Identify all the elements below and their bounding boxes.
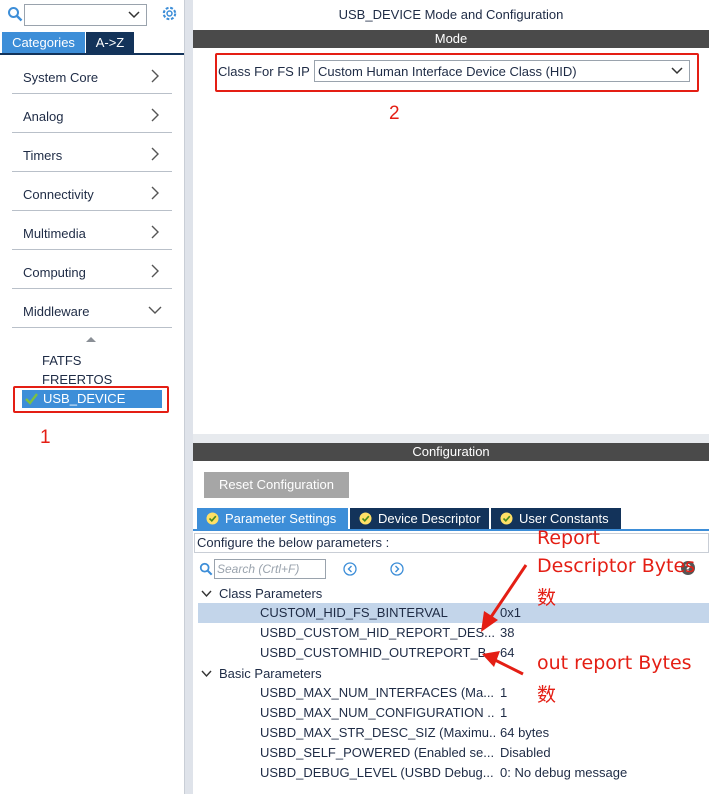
param-name: USBD_CUSTOM_HID_REPORT_DES... <box>260 625 495 640</box>
param-row[interactable]: USBD_MAX_NUM_CONFIGURATION ... 1 <box>198 703 709 723</box>
category-label: Timers <box>23 148 63 163</box>
chevron-down-icon[interactable] <box>128 10 140 20</box>
category-label: Connectivity <box>23 187 94 202</box>
search-icon <box>199 562 213 576</box>
param-row[interactable]: USBD_DEBUG_LEVEL (USBD Debug... 0: No de… <box>198 763 709 783</box>
next-match-icon[interactable] <box>390 562 404 576</box>
search-icon[interactable] <box>7 6 23 22</box>
chevron-down-icon <box>201 590 212 598</box>
search-combobox[interactable] <box>24 4 147 26</box>
reset-configuration-button[interactable]: Reset Configuration <box>204 472 349 498</box>
parameter-search-input[interactable]: Search (Crtl+F) <box>214 559 326 579</box>
param-name: USBD_DEBUG_LEVEL (USBD Debug... <box>260 765 494 780</box>
category-label: System Core <box>23 70 99 85</box>
param-value[interactable]: 0: No debug message <box>500 765 627 780</box>
tab-categories[interactable]: Categories <box>2 32 85 53</box>
category-connectivity[interactable]: Connectivity <box>12 172 172 211</box>
chevron-right-icon <box>151 69 159 83</box>
tab-label: Parameter Settings <box>225 511 337 526</box>
category-analog[interactable]: Analog <box>12 94 172 133</box>
category-system-core[interactable]: System Core <box>12 55 172 94</box>
annotation-report-line-2: Descriptor Bytes <box>537 555 696 577</box>
configure-hint: Configure the below parameters : <box>194 533 709 553</box>
category-label: Middleware <box>23 304 90 319</box>
category-multimedia[interactable]: Multimedia <box>12 211 172 250</box>
group-label: Class Parameters <box>219 586 323 601</box>
category-label: Multimedia <box>23 226 86 241</box>
param-value[interactable]: 1 <box>500 705 507 720</box>
param-value[interactable]: Disabled <box>500 745 551 760</box>
annotation-out-line-2: 数 <box>537 684 557 706</box>
param-name: CUSTOM_HID_FS_BINTERVAL <box>260 605 448 620</box>
param-row[interactable]: CUSTOM_HID_FS_BINTERVAL 0x1 <box>198 603 709 623</box>
chevron-right-icon <box>151 108 159 122</box>
panel-splitter[interactable] <box>193 434 709 443</box>
page-title: USB_DEVICE Mode and Configuration <box>338 7 564 22</box>
param-value[interactable]: 64 <box>500 645 514 660</box>
tab-parameter-settings[interactable]: Parameter Settings <box>197 508 348 529</box>
annotation-marker-2: 2 <box>389 103 400 124</box>
tab-device-descriptor[interactable]: Device Descriptor <box>350 508 489 529</box>
left-panel: Categories A->Z System Core Analog Timer… <box>0 0 184 794</box>
param-value[interactable]: 64 bytes <box>500 725 549 740</box>
category-computing[interactable]: Computing <box>12 250 172 289</box>
category-label: Analog <box>23 109 64 124</box>
group-label: Basic Parameters <box>219 666 322 681</box>
param-row[interactable]: USBD_CUSTOM_HID_REPORT_DES... 38 <box>198 623 709 643</box>
annotation-box-1 <box>13 386 169 413</box>
middleware-item-fatfs[interactable]: FATFS <box>42 353 81 368</box>
scroll-up-icon[interactable] <box>86 337 96 345</box>
check-circle-icon <box>206 512 219 525</box>
tab-user-constants[interactable]: User Constants <box>491 508 621 529</box>
check-circle-icon <box>500 512 513 525</box>
param-row[interactable]: USBD_MAX_STR_DESC_SIZ (Maximu... 64 byte… <box>198 723 709 743</box>
chevron-right-icon <box>151 147 159 161</box>
group-class-parameters[interactable]: Class Parameters <box>201 586 322 601</box>
chevron-down-icon <box>148 306 162 314</box>
chevron-right-icon <box>151 186 159 200</box>
param-row[interactable]: USBD_MAX_NUM_INTERFACES (Ma... 1 <box>198 683 709 703</box>
param-name: USBD_SELF_POWERED (Enabled se... <box>260 745 495 760</box>
mode-section-header: Mode <box>193 30 709 48</box>
category-middleware[interactable]: Middleware <box>12 289 172 328</box>
annotation-box-2 <box>215 53 699 92</box>
tab-label: User Constants <box>519 511 609 526</box>
param-name: USBD_MAX_STR_DESC_SIZ (Maximu... <box>260 725 495 740</box>
annotation-marker-1: 1 <box>40 427 51 448</box>
right-panel: USB_DEVICE Mode and Configuration Mode C… <box>193 0 709 794</box>
tab-strip-underline <box>193 529 709 531</box>
category-timers[interactable]: Timers <box>12 133 172 172</box>
left-panel-scrollbar[interactable] <box>184 0 193 794</box>
annotation-report-line-1: Report <box>537 527 600 549</box>
tab-a-z[interactable]: A->Z <box>86 32 134 53</box>
middleware-item-freertos[interactable]: FREERTOS <box>42 372 112 387</box>
chevron-right-icon <box>151 225 159 239</box>
chevron-right-icon <box>151 264 159 278</box>
check-circle-icon <box>359 512 372 525</box>
param-name: USBD_CUSTOMHID_OUTREPORT_B... <box>260 645 495 660</box>
group-basic-parameters[interactable]: Basic Parameters <box>201 666 322 681</box>
chevron-down-icon <box>201 670 212 678</box>
gear-icon[interactable] <box>160 4 179 23</box>
param-value[interactable]: 38 <box>500 625 514 640</box>
configuration-section-header: Configuration <box>193 443 709 461</box>
annotation-report-line-3: 数 <box>537 587 557 609</box>
tab-label: Device Descriptor <box>378 511 481 526</box>
category-label: Computing <box>23 265 86 280</box>
param-name: USBD_MAX_NUM_INTERFACES (Ma... <box>260 685 495 700</box>
param-value[interactable]: 0x1 <box>500 605 521 620</box>
param-row[interactable]: USBD_SELF_POWERED (Enabled se... Disable… <box>198 743 709 763</box>
param-value[interactable]: 1 <box>500 685 507 700</box>
annotation-out-line-1: out report Bytes <box>537 652 692 674</box>
previous-match-icon[interactable] <box>343 562 357 576</box>
param-name: USBD_MAX_NUM_CONFIGURATION ... <box>260 705 495 720</box>
